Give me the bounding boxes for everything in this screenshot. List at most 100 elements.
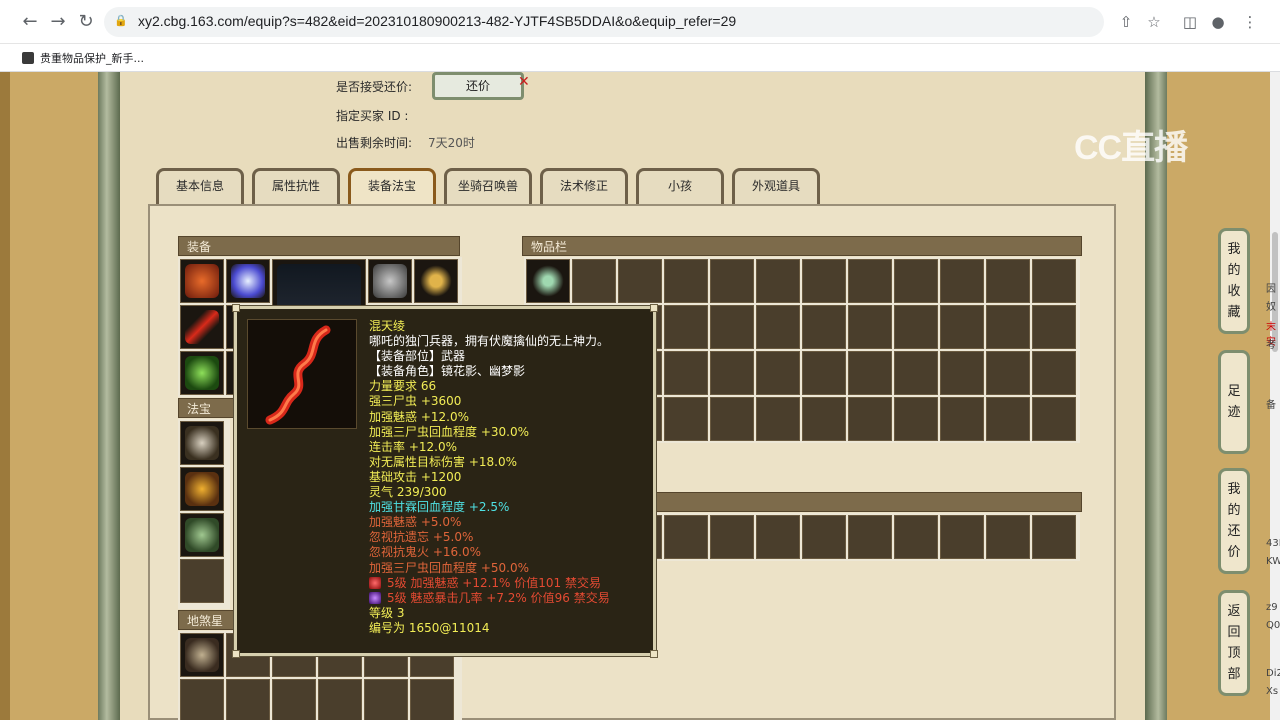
dishax-slot-empty[interactable]	[226, 679, 270, 720]
inventory-slot-empty[interactable]	[618, 259, 662, 303]
tab-equipment[interactable]: 装备法宝	[348, 168, 436, 204]
side-char: 的	[1227, 503, 1241, 518]
inventory-slot-empty[interactable]	[848, 305, 892, 349]
inventory-slot-empty[interactable]	[710, 397, 754, 441]
inventory-slot-empty[interactable]	[986, 259, 1030, 303]
slot-empty[interactable]	[710, 515, 754, 559]
cc-watermark: CC直播	[1074, 129, 1188, 167]
inventory-slot-empty[interactable]	[940, 351, 984, 395]
fabao-slot[interactable]	[180, 467, 224, 511]
inventory-slot-empty[interactable]	[710, 259, 754, 303]
slot-empty[interactable]	[1032, 515, 1076, 559]
back-arrow-icon[interactable]: ←	[18, 10, 42, 34]
dishax-slot[interactable]	[180, 633, 224, 677]
item-image	[247, 319, 357, 429]
reload-icon[interactable]: ↻	[74, 10, 98, 34]
menu-icon[interactable]: ⋮	[1238, 10, 1262, 34]
inventory-slot-empty[interactable]	[756, 397, 800, 441]
inventory-slot-empty[interactable]	[894, 305, 938, 349]
inventory-slot-empty[interactable]	[848, 351, 892, 395]
inventory-slot-empty[interactable]	[894, 259, 938, 303]
inventory-slot-empty[interactable]	[802, 397, 846, 441]
equip-slot-weapon[interactable]	[180, 305, 224, 349]
equip-slot-necklace[interactable]	[414, 259, 458, 303]
side-char: 足	[1227, 384, 1241, 399]
inventory-slot-empty[interactable]	[802, 351, 846, 395]
inventory-slot-empty[interactable]	[1032, 351, 1076, 395]
inventory-slot-empty[interactable]	[664, 397, 708, 441]
gem-line: 5级 加强魅惑 +12.1% 价值101 禁交易	[369, 576, 645, 591]
inventory-slot-empty[interactable]	[848, 259, 892, 303]
inventory-slot-empty[interactable]	[756, 351, 800, 395]
stat-line: 忽视抗鬼火 +16.0%	[369, 545, 481, 560]
fabao-slot[interactable]	[180, 513, 224, 557]
inventory-slot-empty[interactable]	[940, 259, 984, 303]
inventory-slot[interactable]	[526, 259, 570, 303]
equip-slot-helmet[interactable]	[368, 259, 412, 303]
equip-slot-accessory[interactable]	[226, 259, 270, 303]
sidebar-icon[interactable]: ◫	[1178, 10, 1202, 34]
inventory-slot-empty[interactable]	[940, 305, 984, 349]
equip-slot-ring[interactable]	[180, 351, 224, 395]
slot-empty[interactable]	[848, 515, 892, 559]
inventory-slot-empty[interactable]	[986, 305, 1030, 349]
inventory-slot-empty[interactable]	[572, 259, 616, 303]
dishax-slot-empty[interactable]	[272, 679, 316, 720]
inventory-slot-empty[interactable]	[894, 397, 938, 441]
address-bar[interactable]: 🔒 xy2.cbg.163.com/equip?s=482&eid=202310…	[104, 7, 1104, 37]
forward-arrow-icon[interactable]: →	[46, 10, 70, 34]
dishax-slot-empty[interactable]	[180, 679, 224, 720]
close-x-icon: ✕	[518, 74, 530, 90]
tab-children[interactable]: 小孩	[636, 168, 724, 204]
dishax-title: 地煞星阵	[178, 610, 234, 648]
inventory-slot-empty[interactable]	[710, 351, 754, 395]
inventory-slot-empty[interactable]	[986, 351, 1030, 395]
inventory-slot-empty[interactable]	[1032, 397, 1076, 441]
inventory-slot-empty[interactable]	[802, 305, 846, 349]
dishax-slot-empty[interactable]	[318, 679, 362, 720]
inventory-slot-empty[interactable]	[940, 397, 984, 441]
slot-empty[interactable]	[986, 515, 1030, 559]
inventory-slot-empty[interactable]	[894, 351, 938, 395]
slot-empty[interactable]	[802, 515, 846, 559]
dishax-slot-empty[interactable]	[364, 679, 408, 720]
tab-appearance[interactable]: 外观道具	[732, 168, 820, 204]
counter-offer-button[interactable]: 还价	[432, 72, 524, 100]
side-nav-my-offers[interactable]: 我 的 还 价	[1218, 468, 1250, 574]
side-nav-history[interactable]: 足 迹	[1218, 350, 1250, 454]
item-desc: 哪吒的独门兵器，拥有伏魔擒仙的无上神力。	[369, 334, 610, 349]
share-icon[interactable]: ⇧	[1114, 10, 1138, 34]
side-nav-favorites[interactable]: 我 的 收 藏	[1218, 228, 1250, 334]
side-nav-back-to-top[interactable]: 返 回 顶 部	[1218, 590, 1250, 696]
tab-mounts-pets[interactable]: 坐骑召唤兽	[444, 168, 532, 204]
inventory-slot-empty[interactable]	[848, 397, 892, 441]
inventory-slot-empty[interactable]	[756, 305, 800, 349]
inventory-slot-empty[interactable]	[802, 259, 846, 303]
slot-empty[interactable]	[756, 515, 800, 559]
inventory-slot-empty[interactable]	[664, 259, 708, 303]
slot-empty[interactable]	[940, 515, 984, 559]
dishax-slot-empty[interactable]	[410, 679, 454, 720]
inventory-slot-empty[interactable]	[986, 397, 1030, 441]
inventory-slot-empty[interactable]	[664, 305, 708, 349]
stat-line: 加强三尸虫回血程度 +30.0%	[369, 424, 529, 439]
stat-line: 基础攻击 +1200	[369, 469, 462, 484]
tab-basic-info[interactable]: 基本信息	[156, 168, 244, 204]
profile-icon[interactable]: ●	[1206, 10, 1230, 34]
tab-spell-correction[interactable]: 法术修正	[540, 168, 628, 204]
fabao-slot[interactable]	[180, 421, 224, 465]
inventory-slot-empty[interactable]	[664, 351, 708, 395]
inventory-slot-empty[interactable]	[1032, 259, 1076, 303]
slot-empty[interactable]	[664, 515, 708, 559]
inventory-slot-empty[interactable]	[710, 305, 754, 349]
inventory-slot-empty[interactable]	[1032, 305, 1076, 349]
bookmark-item[interactable]: 贵重物品保护_新手...	[22, 49, 144, 67]
inventory-slot-empty[interactable]	[756, 259, 800, 303]
bookmarks-bar: 贵重物品保护_新手...	[0, 44, 1280, 72]
fabao-slot-empty[interactable]	[180, 559, 224, 603]
url-text[interactable]: xy2.cbg.163.com/equip?s=482&eid=20231018…	[138, 13, 736, 29]
equip-slot-hat[interactable]	[180, 259, 224, 303]
star-icon[interactable]: ☆	[1142, 10, 1166, 34]
tab-attributes[interactable]: 属性抗性	[252, 168, 340, 204]
slot-empty[interactable]	[894, 515, 938, 559]
